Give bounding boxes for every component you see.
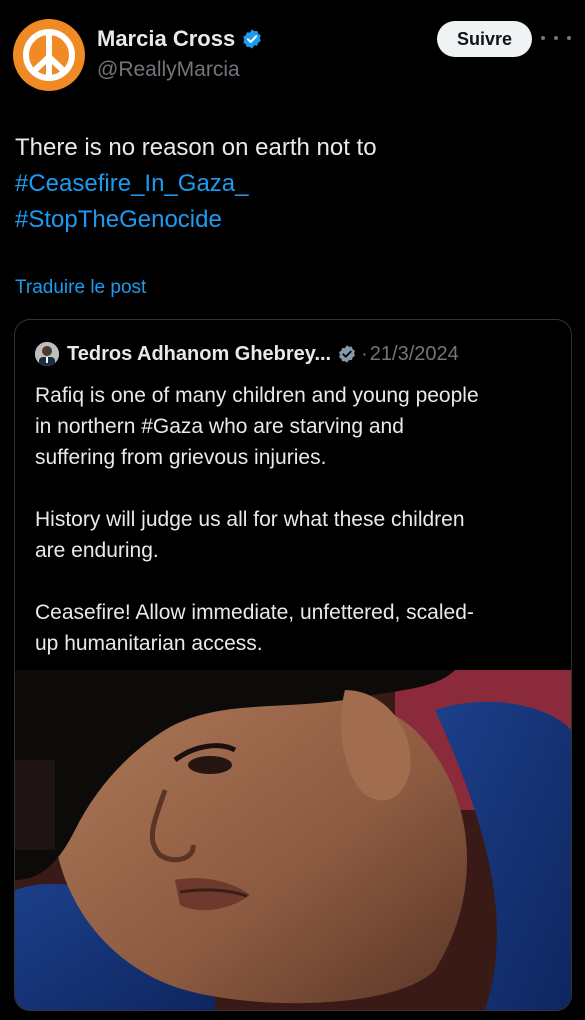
hashtag-link[interactable]: #StopTheGenocide xyxy=(15,202,570,238)
quoted-text-line: History will judge us all for what these… xyxy=(35,508,465,531)
author-handle[interactable]: @ReallyMarcia xyxy=(97,58,240,82)
author-avatar[interactable] xyxy=(13,19,85,91)
translate-post-link[interactable]: Traduire le post xyxy=(15,277,146,299)
separator-dot: · xyxy=(361,342,368,365)
more-options-icon[interactable] xyxy=(541,28,571,48)
post-text-line: There is no reason on earth not to xyxy=(15,134,377,161)
peace-sign-icon xyxy=(23,29,75,81)
author-name-row: Marcia Cross xyxy=(97,26,263,52)
quoted-post-photo[interactable] xyxy=(15,670,571,1010)
quoted-text-line: Rafiq is one of many children and young … xyxy=(35,384,479,407)
verified-badge-icon xyxy=(243,29,261,49)
person-avatar-icon xyxy=(35,342,59,366)
post: Marcia Cross @ReallyMarcia Suivre There … xyxy=(0,0,585,1020)
author-name[interactable]: Marcia Cross xyxy=(97,26,235,52)
quoted-paragraph: Ceasefire! Allow immediate, unfettered, … xyxy=(35,597,555,659)
quoted-paragraph: Rafiq is one of many children and young … xyxy=(35,380,555,473)
quoted-post-date[interactable]: 21/3/2024 xyxy=(370,343,459,366)
quoted-text-line: Ceasefire! Allow immediate, unfettered, … xyxy=(35,601,474,624)
post-text: There is no reason on earth not to #Ceas… xyxy=(15,130,570,238)
child-photo-image xyxy=(15,670,571,1010)
quoted-text-line: up humanitarian access. xyxy=(35,632,263,655)
quoted-text-line: in northern #Gaza who are starving and xyxy=(35,415,404,438)
quoted-author-avatar[interactable] xyxy=(35,342,59,366)
follow-button[interactable]: Suivre xyxy=(437,21,532,57)
quoted-text-line: are enduring. xyxy=(35,539,159,562)
quoted-text-line: suffering from grievous injuries. xyxy=(35,446,327,469)
quoted-paragraph: History will judge us all for what these… xyxy=(35,504,555,566)
quoted-post-text: Rafiq is one of many children and young … xyxy=(35,380,555,659)
hashtag-link[interactable]: #Ceasefire_In_Gaza_ xyxy=(15,166,570,202)
quoted-post-card[interactable]: Tedros Adhanom Ghebrey... · 21/3/2024 Ra… xyxy=(14,319,572,1011)
verified-badge-icon xyxy=(339,345,356,363)
quoted-post-header: Tedros Adhanom Ghebrey... · 21/3/2024 xyxy=(35,342,459,366)
quoted-author-name[interactable]: Tedros Adhanom Ghebrey... xyxy=(67,343,331,366)
